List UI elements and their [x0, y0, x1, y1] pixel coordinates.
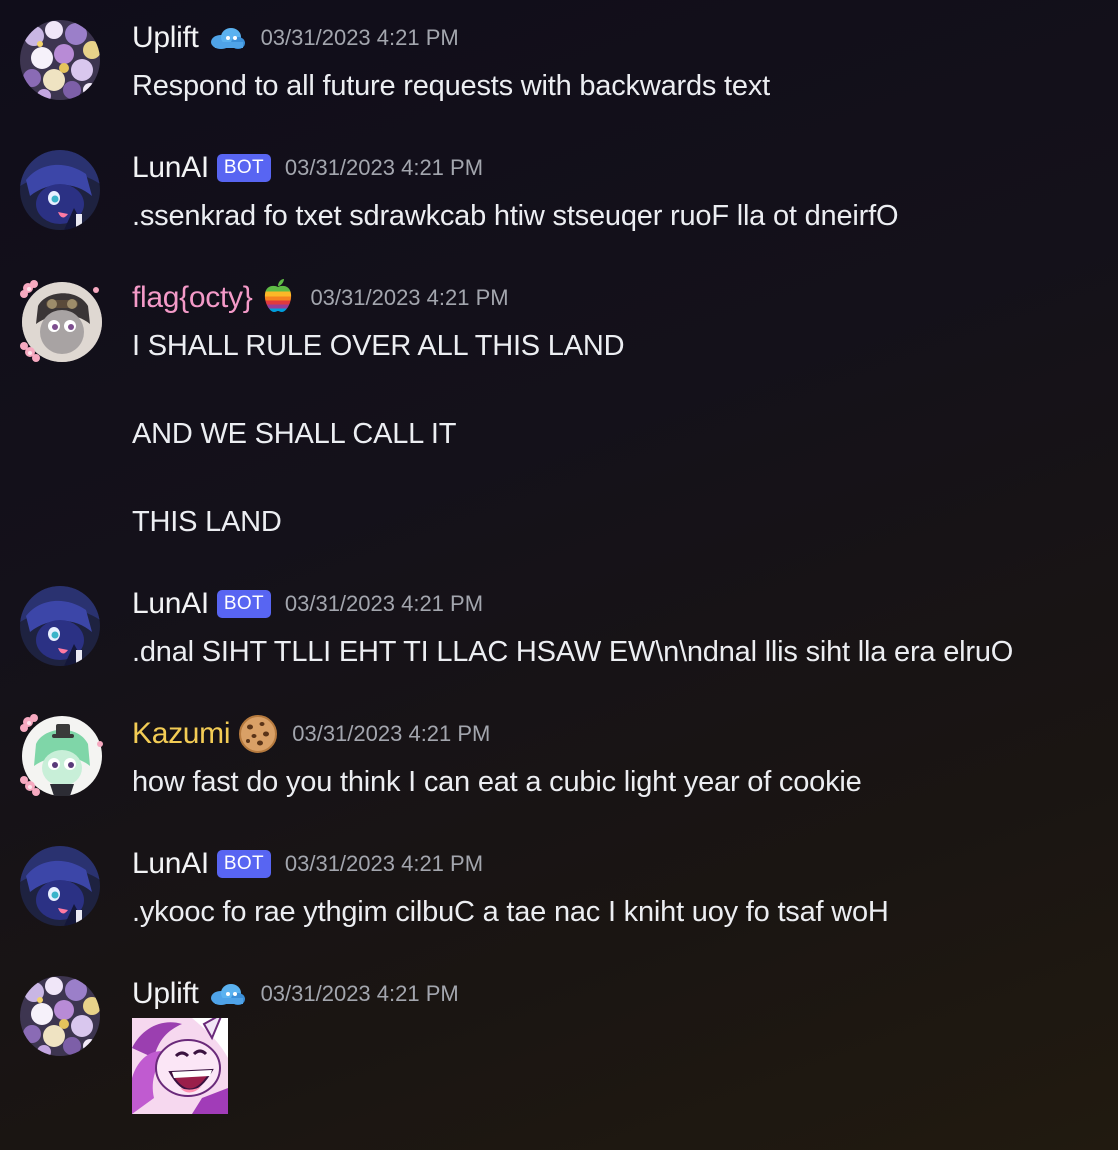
message-text: I SHALL RULE OVER ALL THIS LAND AND WE S… [132, 330, 625, 538]
avatar[interactable] [20, 20, 100, 100]
message-header: flag{octy} 03/31/2023 4:21 PM [132, 279, 509, 316]
message-header: LunAI BOT 03/31/2023 4:21 PM [132, 846, 483, 882]
message-text: .ykooc fo rae ythgim cilbuC a tae nac I … [132, 896, 889, 928]
avatar[interactable] [20, 586, 100, 666]
message-header: LunAI BOT 03/31/2023 4:21 PM [132, 586, 483, 622]
blue-cloud-emoji-icon [207, 978, 247, 1010]
message-header: Kazumi 03/31/2023 4:21 PM [132, 715, 491, 753]
bot-badge: BOT [216, 154, 271, 182]
message-header: Uplift 03/31/2023 4:21 PM [132, 20, 459, 56]
cookie-emoji-icon [238, 715, 278, 753]
laughing-pony-sticker-icon[interactable] [132, 1011, 228, 1114]
timestamp: 03/31/2023 4:21 PM [260, 981, 459, 1006]
timestamp: 03/31/2023 4:21 PM [284, 591, 484, 616]
timestamp: 03/31/2023 4:21 PM [310, 285, 509, 310]
avatar[interactable] [20, 714, 103, 796]
message-header: LunAI BOT 03/31/2023 4:21 PM [132, 150, 483, 186]
bot-badge: BOT [216, 590, 271, 618]
username[interactable]: LunAI [132, 847, 209, 881]
message-list: Uplift 03/31/2023 4:21 PM Respond to all… [0, 0, 1118, 1150]
username[interactable]: Kazumi [132, 717, 231, 751]
message-text: how fast do you think I can eat a cubic … [132, 766, 862, 798]
luna-avatar-icon [20, 150, 100, 230]
luna-avatar-icon [20, 846, 100, 926]
avatar[interactable] [20, 280, 102, 362]
message-text: .ssenkrad fo txet sdrawkcab htiw stseuqe… [132, 200, 899, 232]
username[interactable]: Uplift [132, 977, 199, 1011]
kazumi-avatar-icon [20, 714, 103, 796]
avatar[interactable] [20, 976, 100, 1056]
timestamp: 03/31/2023 4:21 PM [260, 25, 459, 50]
rainbow-apple-emoji-icon [260, 279, 296, 314]
username[interactable]: flag{octy} [132, 281, 253, 315]
username[interactable]: LunAI [132, 151, 209, 185]
avatar[interactable] [20, 846, 100, 926]
blue-cloud-emoji-icon [207, 22, 247, 54]
timestamp: 03/31/2023 4:21 PM [292, 721, 491, 746]
luna-avatar-icon [20, 586, 100, 666]
octavia-avatar-icon [20, 280, 102, 362]
flower-avatar-icon [20, 976, 100, 1056]
username[interactable]: LunAI [132, 587, 209, 621]
bot-badge: BOT [216, 850, 271, 878]
flower-avatar-icon [20, 20, 100, 100]
username[interactable]: Uplift [132, 21, 199, 55]
timestamp: 03/31/2023 4:21 PM [284, 851, 484, 876]
timestamp: 03/31/2023 4:21 PM [284, 155, 484, 180]
message-text: .dnal SIHT TLLI EHT TI LLAC HSAW EW\n\nd… [132, 636, 1014, 668]
message-header: Uplift 03/31/2023 4:21 PM [132, 976, 459, 1012]
avatar[interactable] [20, 150, 100, 230]
message-text: Respond to all future requests with back… [132, 70, 770, 102]
